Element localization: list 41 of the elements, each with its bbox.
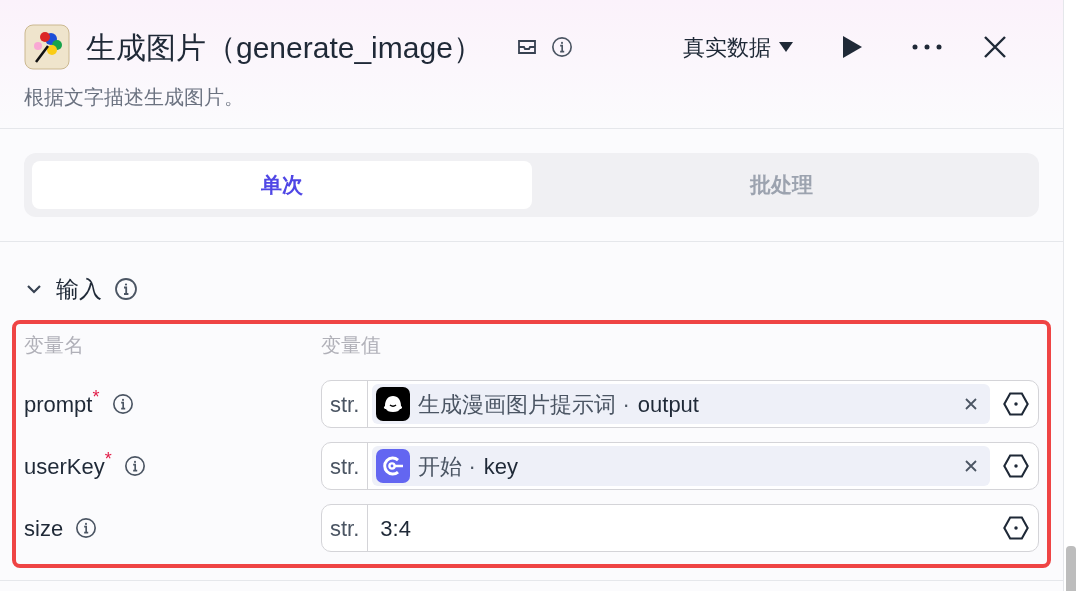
reference-source: 开始 · <box>418 452 476 481</box>
type-label: str. <box>322 505 369 551</box>
value-field[interactable]: str. 3:4 <box>321 504 1039 552</box>
value-field[interactable]: str. 开始 · key <box>321 442 1039 490</box>
close-icon[interactable] <box>983 35 1007 59</box>
value-field[interactable]: str. 生成漫画图片提示词 · output <box>321 380 1039 428</box>
column-header: 变量名 <box>24 333 85 358</box>
value-text[interactable]: 3:4 <box>368 511 994 545</box>
info-icon[interactable] <box>75 517 98 539</box>
mode-tab[interactable]: 单次 <box>32 161 532 209</box>
more-icon[interactable] <box>911 43 943 51</box>
data-source-dropdown[interactable]: 真实数据 <box>683 30 793 64</box>
variable-name: size <box>24 514 64 543</box>
info-icon[interactable] <box>550 36 573 58</box>
info-icon[interactable] <box>114 277 138 301</box>
required-mark: * <box>92 387 100 406</box>
variable-name: prompt <box>24 390 93 419</box>
start-node-icon <box>376 449 411 483</box>
node-description: 根据文字描述生成图片。 <box>24 85 245 110</box>
reference-source: 生成漫画图片提示词 · <box>418 390 630 419</box>
node-title: 生成图片（generate_image） <box>86 29 483 66</box>
reference-field: output <box>637 387 956 421</box>
section-title: 输入 <box>56 274 102 304</box>
required-mark: * <box>104 449 112 468</box>
clear-icon[interactable] <box>964 397 978 411</box>
clear-icon[interactable] <box>964 459 978 473</box>
info-icon[interactable] <box>123 455 146 477</box>
scrollbar-thumb[interactable] <box>1066 546 1076 591</box>
reference-field: key <box>483 449 956 483</box>
info-icon[interactable] <box>111 393 134 415</box>
caret-icon <box>779 41 793 53</box>
column-header: 变量值 <box>321 333 381 358</box>
variable-picker-icon[interactable] <box>1002 390 1030 418</box>
ghost-icon <box>376 387 411 421</box>
variable-picker-icon[interactable] <box>1002 452 1030 480</box>
variable-picker-icon[interactable] <box>1002 514 1030 542</box>
type-label: str. <box>322 443 369 489</box>
palette-icon <box>24 24 70 70</box>
variable-name: userKey <box>24 452 105 481</box>
play-icon[interactable] <box>841 35 863 59</box>
type-label: str. <box>322 381 369 427</box>
